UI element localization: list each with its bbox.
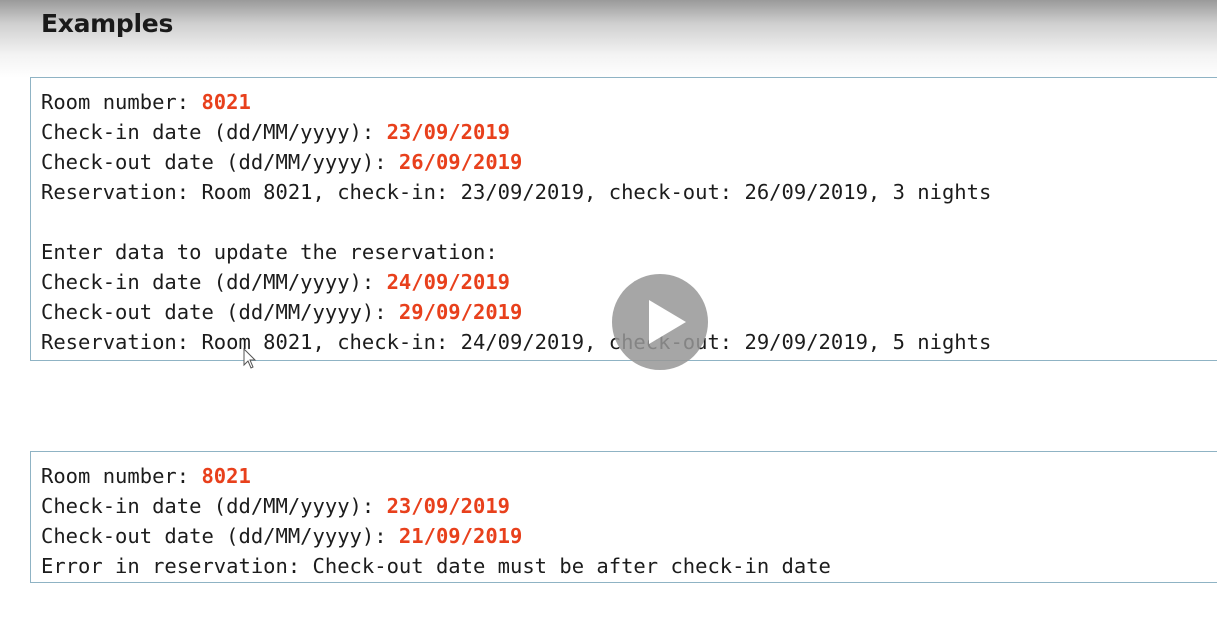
slide: Examples Room number: 8021 Check-in date… (0, 0, 1217, 622)
user-input: 21/09/2019 (398, 524, 523, 548)
prompt-label: Check-out date (dd/MM/yyyy): (41, 150, 399, 174)
prompt-label: Check-out date (dd/MM/yyyy): (41, 524, 399, 548)
console-line: Check-in date (dd/MM/yyyy): 23/09/2019 (41, 117, 1217, 147)
prompt-label: Check-in date (dd/MM/yyyy): (41, 270, 387, 294)
header-shade (0, 0, 1217, 78)
console-line: Check-in date (dd/MM/yyyy): 23/09/2019 (41, 491, 1217, 521)
play-button[interactable] (612, 274, 708, 370)
console-line: Room number: 8021 (41, 461, 1217, 491)
prompt-label: Check-out date (dd/MM/yyyy): (41, 300, 399, 324)
console-line: Check-out date (dd/MM/yyyy): 26/09/2019 (41, 147, 1217, 177)
error-line: Error in reservation: Check-out date mus… (41, 554, 831, 578)
prompt-label: Room number: (41, 90, 202, 114)
console-line: Room number: 8021 (41, 87, 1217, 117)
user-input: 26/09/2019 (398, 150, 523, 174)
user-input: 8021 (201, 464, 251, 488)
output-line: Enter data to update the reservation: (41, 240, 498, 264)
console-example-2: Room number: 8021 Check-in date (dd/MM/y… (30, 451, 1217, 583)
prompt-label: Room number: (41, 464, 202, 488)
prompt-label: Check-in date (dd/MM/yyyy): (41, 494, 387, 518)
page-title: Examples (41, 9, 174, 38)
user-input: 23/09/2019 (386, 120, 510, 144)
mouse-pointer-icon (243, 347, 257, 375)
user-input: 23/09/2019 (386, 494, 510, 518)
output-line: Reservation: Room 8021, check-in: 23/09/… (41, 180, 992, 204)
play-icon (649, 300, 686, 344)
user-input: 8021 (201, 90, 251, 114)
user-input: 29/09/2019 (398, 300, 523, 324)
console-line: Check-out date (dd/MM/yyyy): 21/09/2019 (41, 521, 1217, 551)
user-input: 24/09/2019 (386, 270, 510, 294)
prompt-label: Check-in date (dd/MM/yyyy): (41, 120, 387, 144)
